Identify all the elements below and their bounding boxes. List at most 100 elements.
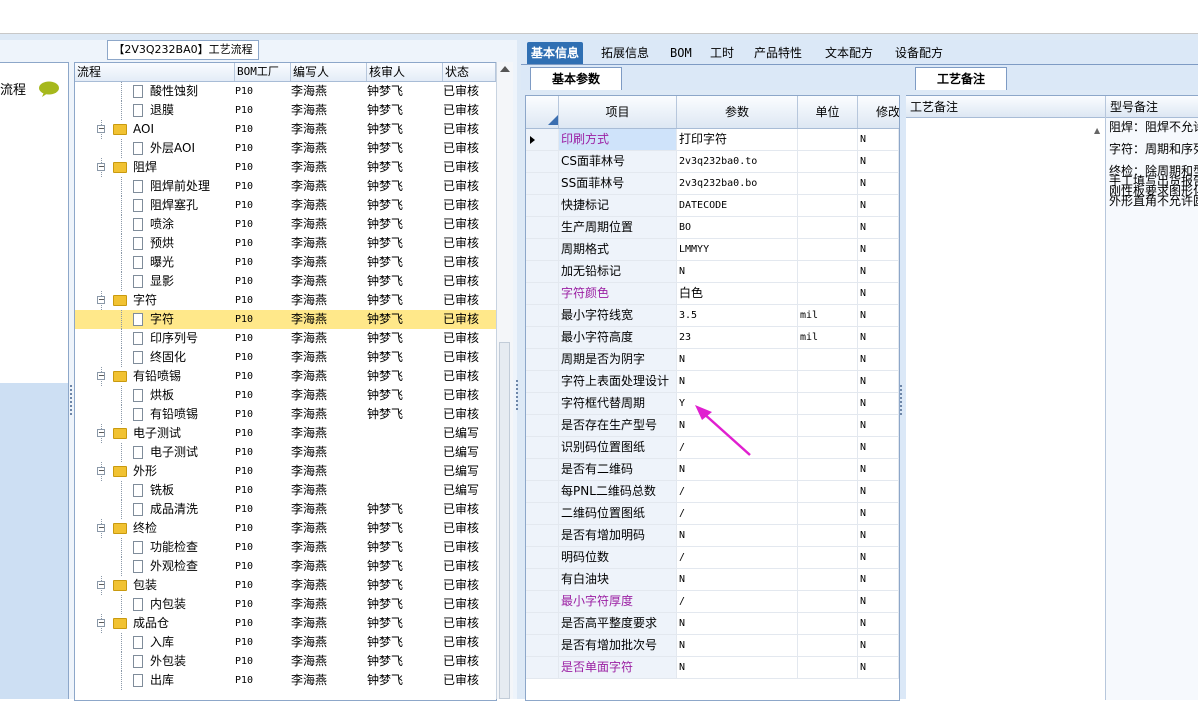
row-indicator[interactable] [526, 371, 559, 392]
grid-row[interactable]: 是否有增加批次号 N N [526, 635, 899, 657]
collapse-icon[interactable]: − [97, 163, 105, 171]
row-indicator[interactable] [526, 591, 559, 612]
tree-row[interactable]: 铣板 P10 李海燕 已编写 [75, 481, 496, 500]
grid-cell-unit[interactable] [798, 371, 858, 392]
grid-cell-unit[interactable] [798, 283, 858, 304]
grid-cell-unit[interactable] [798, 239, 858, 260]
grid-cell-param[interactable]: / [677, 591, 798, 612]
col-header-item[interactable]: 项目 [559, 96, 677, 128]
row-indicator[interactable] [526, 481, 559, 502]
collapse-icon[interactable]: − [97, 125, 105, 133]
grid-cell-param[interactable]: 23 [677, 327, 798, 348]
grid-row[interactable]: 每PNL二维码总数 / N [526, 481, 899, 503]
row-indicator[interactable] [526, 393, 559, 414]
tree-row[interactable]: 有铅喷锡 P10 李海燕 钟梦飞 已审核 [75, 405, 496, 424]
grid-cell-modify[interactable]: N [858, 239, 899, 260]
grid-cell-param[interactable]: N [677, 349, 798, 370]
row-indicator[interactable] [526, 657, 559, 678]
grid-row[interactable]: CS面菲林号 2v3q232ba0.to N [526, 151, 899, 173]
row-indicator[interactable] [526, 459, 559, 480]
grid-cell-unit[interactable] [798, 349, 858, 370]
scroll-thumb[interactable] [499, 342, 510, 699]
tab-basic-params[interactable]: 基本参数 [530, 67, 622, 90]
row-indicator[interactable] [526, 239, 559, 260]
row-indicator[interactable] [526, 195, 559, 216]
grid-cell-unit[interactable] [798, 503, 858, 524]
tree-row[interactable]: 喷涂 P10 李海燕 钟梦飞 已审核 [75, 215, 496, 234]
grid-cell-param[interactable]: / [677, 503, 798, 524]
grid-cell-modify[interactable]: N [858, 503, 899, 524]
row-indicator[interactable] [526, 327, 559, 348]
tree-row[interactable]: 阻焊前处理 P10 李海燕 钟梦飞 已审核 [75, 177, 496, 196]
col-header-unit[interactable]: 单位 [798, 96, 858, 128]
tree-row[interactable]: 成品清洗 P10 李海燕 钟梦飞 已审核 [75, 500, 496, 519]
tree-row[interactable]: − 包装 P10 李海燕 钟梦飞 已审核 [75, 576, 496, 595]
grid-cell-modify[interactable]: N [858, 437, 899, 458]
grid-row[interactable]: 是否高平整度要求 N N [526, 613, 899, 635]
grid-cell-modify[interactable]: N [858, 657, 899, 678]
grid-cell-param[interactable]: N [677, 569, 798, 590]
process-notes-column[interactable]: 工艺备注 ▲ [906, 96, 1106, 700]
grid-cell-param[interactable]: BO [677, 217, 798, 238]
grid-row[interactable]: 是否有二维码 N N [526, 459, 899, 481]
comment-icon[interactable] [38, 81, 60, 97]
collapse-icon[interactable]: − [97, 524, 105, 532]
tree-row[interactable]: 外观检查 P10 李海燕 钟梦飞 已审核 [75, 557, 496, 576]
row-indicator[interactable] [526, 217, 559, 238]
grid-row[interactable]: 有白油块 N N [526, 569, 899, 591]
grid-cell-unit[interactable] [798, 415, 858, 436]
row-indicator[interactable] [526, 613, 559, 634]
col-header-modify[interactable]: 修改 [858, 96, 899, 128]
flow-title-tab[interactable]: 【2V3Q232BA0】工艺流程 [107, 40, 259, 60]
tree-row[interactable]: 外包装 P10 李海燕 钟梦飞 已审核 [75, 652, 496, 671]
tree-row[interactable]: 电子测试 P10 李海燕 已编写 [75, 443, 496, 462]
grid-cell-modify[interactable]: N [858, 371, 899, 392]
grid-cell-unit[interactable] [798, 481, 858, 502]
row-indicator[interactable] [526, 305, 559, 326]
tab-2[interactable]: BOM [666, 42, 696, 64]
model-notes-text[interactable]: 阻焊：阻焊不允许字符：周期和序列号终检：除周期和型号手工填写出货报告刚性板要求图… [1106, 118, 1198, 700]
grid-cell-modify[interactable]: N [858, 151, 899, 172]
tree-row[interactable]: − AOI P10 李海燕 钟梦飞 已审核 [75, 120, 496, 139]
scroll-up-icon[interactable]: ▲ [1094, 126, 1100, 135]
grid-cell-modify[interactable]: N [858, 173, 899, 194]
grid-row[interactable]: 字符上表面处理设计 N N [526, 371, 899, 393]
grid-cell-param[interactable]: N [677, 261, 798, 282]
grid-cell-unit[interactable] [798, 459, 858, 480]
grid-row[interactable]: SS面菲林号 2v3q232ba0.bo N [526, 173, 899, 195]
collapse-icon[interactable]: − [97, 372, 105, 380]
tree-row[interactable]: − 阻焊 P10 李海燕 钟梦飞 已审核 [75, 158, 496, 177]
tree-row[interactable]: 字符 P10 李海燕 钟梦飞 已审核 [75, 310, 496, 329]
tree-row[interactable]: − 外形 P10 李海燕 已编写 [75, 462, 496, 481]
tree-row[interactable]: 外层AOI P10 李海燕 钟梦飞 已审核 [75, 139, 496, 158]
grid-row[interactable]: 加无铅标记 N N [526, 261, 899, 283]
grid-row[interactable]: 最小字符高度 23 mil N [526, 327, 899, 349]
row-indicator[interactable] [526, 261, 559, 282]
grid-cell-modify[interactable]: N [858, 393, 899, 414]
middle-splitter-handle[interactable] [516, 380, 522, 410]
grid-cell-unit[interactable] [798, 525, 858, 546]
tree-row[interactable]: − 字符 P10 李海燕 钟梦飞 已审核 [75, 291, 496, 310]
row-indicator[interactable] [526, 151, 559, 172]
grid-cell-unit[interactable] [798, 437, 858, 458]
grid-cell-unit[interactable] [798, 173, 858, 194]
grid-cell-param[interactable]: N [677, 635, 798, 656]
tab-1[interactable]: 拓展信息 [597, 42, 653, 64]
tree-row[interactable]: 入库 P10 李海燕 钟梦飞 已审核 [75, 633, 496, 652]
grid-cell-param[interactable]: / [677, 547, 798, 568]
collapse-icon[interactable]: − [97, 581, 105, 589]
grid-cell-unit[interactable] [798, 261, 858, 282]
tree-row[interactable]: − 电子测试 P10 李海燕 已编写 [75, 424, 496, 443]
tree-row[interactable]: 预烘 P10 李海燕 钟梦飞 已审核 [75, 234, 496, 253]
grid-cell-unit[interactable] [798, 217, 858, 238]
grid-cell-modify[interactable]: N [858, 349, 899, 370]
tree-row[interactable]: 阻焊塞孔 P10 李海燕 钟梦飞 已审核 [75, 196, 496, 215]
grid-cell-modify[interactable]: N [858, 613, 899, 634]
grid-cell-unit[interactable] [798, 547, 858, 568]
tab-4[interactable]: 产品特性 [750, 42, 806, 64]
row-indicator[interactable] [526, 173, 559, 194]
grid-cell-unit[interactable] [798, 569, 858, 590]
grid-cell-param[interactable]: 白色 [677, 283, 798, 304]
tree-row[interactable]: 终固化 P10 李海燕 钟梦飞 已审核 [75, 348, 496, 367]
tab-process-notes[interactable]: 工艺备注 [915, 67, 1007, 90]
